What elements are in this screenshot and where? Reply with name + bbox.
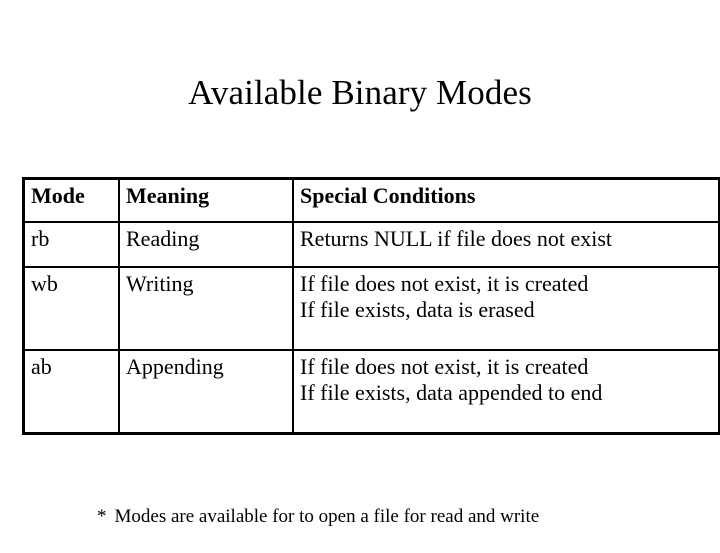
cell-meaning: Reading [118, 221, 294, 268]
table-row: ab Appending If file does not exist, it … [22, 349, 720, 435]
cell-meaning: Appending [118, 349, 294, 435]
table-body: rb Reading Returns NULL if file does not… [22, 221, 720, 435]
cell-meaning: Writing [118, 266, 294, 351]
cell-special-conditions: If file does not exist, it is created If… [292, 349, 720, 435]
cell-mode: ab [22, 349, 120, 435]
condition-line: If file does not exist, it is created [300, 271, 589, 296]
column-header-special-conditions: Special Conditions [292, 177, 720, 223]
binary-modes-table: Mode Meaning Special Conditions rb Readi… [22, 177, 720, 435]
table-header-row: Mode Meaning Special Conditions [22, 177, 720, 223]
footnote-text: Modes are available for to open a file f… [114, 506, 540, 527]
condition-line: If file exists, data is erased [300, 297, 535, 322]
page-title: Available Binary Modes [188, 73, 532, 112]
cell-mode: rb [22, 221, 120, 268]
table-row: wb Writing If file does not exist, it is… [22, 266, 720, 351]
condition-line: Returns NULL if file does not exist [300, 226, 613, 251]
cell-special-conditions: Returns NULL if file does not exist [292, 221, 720, 268]
table-row: rb Reading Returns NULL if file does not… [22, 221, 720, 268]
footnote-marker: * [97, 506, 107, 527]
footnote: * Modes are available for to open a file … [78, 481, 539, 553]
condition-line: If file does not exist, it is created [300, 354, 589, 379]
column-header-mode: Mode [22, 177, 120, 223]
slide-canvas: Available Binary Modes Mode Meaning Spec… [0, 0, 720, 540]
table-header: Mode Meaning Special Conditions [22, 177, 720, 223]
column-header-meaning: Meaning [118, 177, 294, 223]
cell-special-conditions: If file does not exist, it is created If… [292, 266, 720, 351]
cell-mode: wb [22, 266, 120, 351]
condition-line: If file exists, data appended to end [300, 380, 603, 405]
